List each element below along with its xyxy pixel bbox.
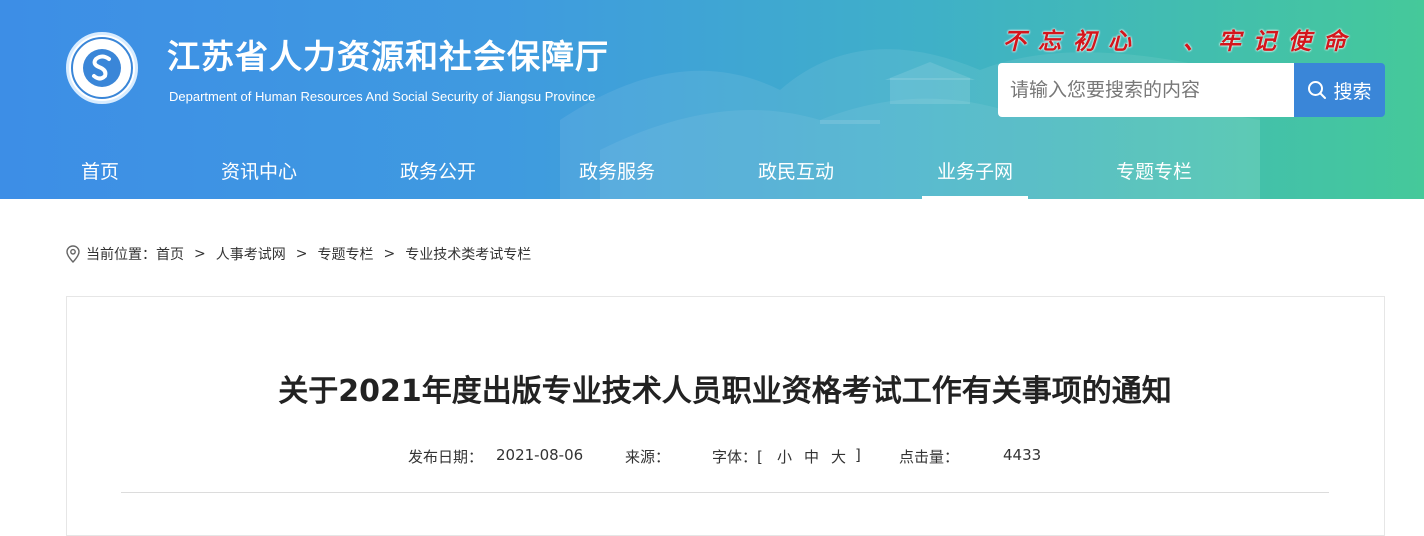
breadcrumb-separator: > [295,246,308,262]
nav-item-gov-affairs-open[interactable]: 政务公开 [398,150,478,199]
location-pin-icon [66,245,80,263]
site-header: 江苏省人力资源和社会保障厅 Department of Human Resour… [0,0,1424,199]
nav-item-special-topics[interactable]: 专题专栏 [1114,150,1194,199]
breadcrumb-exam-site[interactable]: 人事考试网 [216,244,286,264]
site-title: 江苏省人力资源和社会保障厅 [167,37,609,76]
article-container [66,296,1385,536]
search-icon [1308,81,1327,99]
font-size-medium-button[interactable]: 中 [804,446,819,467]
search-button[interactable]: 搜索 [1294,63,1385,117]
breadcrumb-special-topics[interactable]: 专题专栏 [317,244,373,264]
nav-item-interaction[interactable]: 政民互动 [756,150,836,199]
clicks-count: 4433 [1003,446,1042,464]
slogan: 不忘初心 、牢记使命 [1003,28,1359,55]
publish-date-label: 发布日期： [408,448,484,466]
article-divider [121,492,1329,493]
article-title: 关于2021年度出版专业技术人员职业资格考试工作有关事项的通知 [278,374,1172,409]
breadcrumb-tech-exam-column[interactable]: 专业技术类考试专栏 [405,244,531,264]
clicks-label: 点击量： [899,448,960,466]
font-size-label: 字体：[ [712,448,763,466]
search-input[interactable] [998,63,1294,117]
logo-emblem-icon [71,37,133,99]
main-nav: 首页 资讯中心 政务公开 政务服务 政民互动 业务子网 专题专栏 [0,150,1424,199]
breadcrumb-separator: > [194,246,206,262]
font-size-small-button[interactable]: 小 [777,446,792,467]
source-label: 来源： [625,448,671,466]
nav-item-gov-services[interactable]: 政务服务 [577,150,657,199]
font-size-large-button[interactable]: 大 [831,446,846,467]
breadcrumb-separator: > [383,246,396,262]
breadcrumb-prefix: 当前位置： [86,247,156,263]
nav-item-news[interactable]: 资讯中心 [219,150,299,199]
font-size-close-bracket: ] [855,446,861,464]
nav-item-business-subnet[interactable]: 业务子网 [922,150,1028,199]
breadcrumb: 当前位置： 首页 > 人事考试网 > 专题专栏 > 专业技术类考试专栏 [66,243,531,265]
search-button-label: 搜索 [1333,80,1372,103]
site-logo[interactable] [66,32,138,104]
publish-date: 2021-08-06 [496,446,584,464]
breadcrumb-home[interactable]: 首页 [156,244,184,264]
site-subtitle: Department of Human Resources And Social… [169,89,596,104]
nav-item-home[interactable]: 首页 [80,150,120,199]
